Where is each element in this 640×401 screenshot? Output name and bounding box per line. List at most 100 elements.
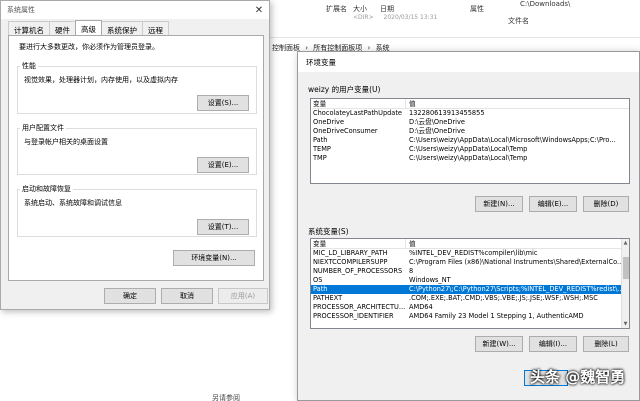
list-item[interactable]: PROCESSOR_IDENTIFIER AMD64 Family 23 Mod… bbox=[311, 312, 629, 321]
env-title-bar: 环境变量 bbox=[298, 52, 639, 72]
startup-recovery-desc: 系统启动、系统故障和调试信息 bbox=[24, 199, 122, 207]
list-item[interactable]: NIEXTCCOMPILERSUPP C:\Program Files (x86… bbox=[311, 258, 629, 267]
performance-desc: 视觉效果，处理器计划，内存使用，以及虚拟内存 bbox=[24, 76, 178, 84]
path-snippet: C:\Downloads\ bbox=[520, 0, 571, 8]
tab-strip: 计算机名 硬件 高级 系统保护 远程 bbox=[8, 20, 169, 36]
var-name: NIEXTCCOMPILERSUPP bbox=[313, 258, 388, 266]
file-list-header: 扩展名 大小 日期 属性 bbox=[270, 4, 640, 18]
var-name: PATHEXT bbox=[313, 294, 343, 302]
user-new-button[interactable]: 新建(N)... bbox=[475, 196, 523, 212]
tab-hardware[interactable]: 硬件 bbox=[49, 21, 76, 35]
performance-settings-button[interactable]: 设置(S)... bbox=[197, 95, 249, 111]
list-item-selected[interactable]: Path C:\Python27\;C:\Python27\Scripts;%I… bbox=[311, 285, 629, 294]
list-item[interactable]: OneDriveConsumer D:\云盘\OneDrive bbox=[311, 127, 629, 136]
list-item[interactable]: PATHEXT .COM;.EXE;.BAT;.CMD;.VBS;.VBE;.J… bbox=[311, 294, 629, 303]
startup-recovery-title: 启动和故障恢复 bbox=[20, 184, 73, 194]
apply-button[interactable]: 应用(A) bbox=[218, 288, 268, 304]
title-bar: 系统属性 ✕ bbox=[1, 1, 269, 19]
dialog-title: 系统属性 bbox=[7, 6, 35, 14]
tab-computer-name[interactable]: 计算机名 bbox=[8, 21, 50, 35]
var-value: 8 bbox=[409, 267, 414, 275]
var-name: PROCESSOR_ARCHITECTU... bbox=[313, 303, 406, 311]
see-also-label: 另请参阅 bbox=[212, 394, 240, 401]
var-value: Windows_NT bbox=[409, 276, 451, 284]
file-row-info: <DIR> 2020/03/15 13:31 bbox=[353, 14, 437, 21]
var-name: OneDrive bbox=[313, 118, 345, 126]
var-value: C:\Python27\;C:\Python27\Scripts;%INTEL_… bbox=[409, 285, 624, 293]
list-item[interactable]: PROCESSOR_ARCHITECTU... AMD64 bbox=[311, 303, 629, 312]
list-header: 变量 值 bbox=[311, 239, 629, 249]
col-extension[interactable]: 扩展名 bbox=[322, 4, 349, 18]
system-delete-button[interactable]: 删除(L) bbox=[583, 336, 629, 352]
env-dialog-title: 环境变量 bbox=[306, 57, 336, 67]
var-value: C:\Users\weizy\AppData\Local\Temp bbox=[409, 154, 528, 162]
var-name: TMP bbox=[313, 154, 327, 162]
cancel-button[interactable]: 取消 bbox=[161, 288, 213, 304]
user-profile-settings-button[interactable]: 设置(E)... bbox=[197, 157, 249, 173]
var-value: AMD64 Family 23 Model 1 Stepping 1, Auth… bbox=[409, 312, 584, 320]
environment-variables-button[interactable]: 环境变量(N)... bbox=[173, 250, 255, 266]
user-profile-desc: 与登录帐户相关的桌面设置 bbox=[24, 138, 108, 146]
col-variable[interactable]: 变量 bbox=[311, 239, 406, 248]
environment-variables-dialog: 环境变量 weizy 的用户变量(U) 变量 值 ChocolateyLastP… bbox=[297, 51, 640, 401]
list-item[interactable]: TEMP C:\Users\weizy\AppData\Local\Temp bbox=[311, 145, 629, 154]
scroll-thumb[interactable] bbox=[623, 257, 629, 279]
var-value: %INTEL_DEV_REDIST%compiler\lib\mic bbox=[409, 249, 538, 257]
list-header: 变量 值 bbox=[311, 99, 629, 109]
user-variables-label: weizy 的用户变量(U) bbox=[308, 85, 381, 94]
system-variables-label: 系统变量(S) bbox=[308, 227, 349, 236]
list-item[interactable]: OneDrive D:\云盘\OneDrive bbox=[311, 118, 629, 127]
list-item[interactable]: TMP C:\Users\weizy\AppData\Local\Temp bbox=[311, 154, 629, 163]
var-name: PROCESSOR_IDENTIFIER bbox=[313, 312, 394, 320]
system-variables-list[interactable]: 变量 值 MIC_LD_LIBRARY_PATH %INTEL_DEV_REDI… bbox=[310, 238, 630, 329]
var-value: C:\Users\weizy\AppData\Local\Temp bbox=[409, 145, 528, 153]
var-name: OS bbox=[313, 276, 323, 284]
performance-title: 性能 bbox=[20, 61, 38, 71]
col-attributes[interactable]: 属性 bbox=[466, 4, 506, 18]
col-value[interactable]: 值 bbox=[406, 239, 629, 248]
system-list-scrollbar[interactable]: ▲ ▼ bbox=[621, 239, 629, 328]
var-name: Path bbox=[313, 285, 328, 293]
file-name-label: 文件名 bbox=[508, 17, 529, 25]
file-size: <DIR> bbox=[353, 14, 374, 21]
system-edit-button[interactable]: 编辑(I)... bbox=[529, 336, 577, 352]
user-edit-button[interactable]: 编辑(E)... bbox=[529, 196, 577, 212]
startup-settings-button[interactable]: 设置(T)... bbox=[197, 219, 249, 235]
tab-advanced[interactable]: 高级 bbox=[75, 20, 102, 35]
list-item[interactable]: Path C:\Users\weizy\AppData\Local\Micros… bbox=[311, 136, 629, 145]
system-new-button[interactable]: 新建(W)... bbox=[475, 336, 523, 352]
user-delete-button[interactable]: 删除(D) bbox=[583, 196, 629, 212]
var-value: C:\Program Files (x86)\National Instrume… bbox=[409, 258, 624, 266]
file-date: 2020/03/15 13:31 bbox=[383, 14, 438, 21]
var-name: NUMBER_OF_PROCESSORS bbox=[313, 267, 403, 275]
list-item[interactable]: NUMBER_OF_PROCESSORS 8 bbox=[311, 267, 629, 276]
system-properties-dialog: 系统属性 ✕ 计算机名 硬件 高级 系统保护 远程 要进行大多数更改，你必须作为… bbox=[0, 0, 270, 310]
var-name: TEMP bbox=[313, 145, 331, 153]
var-value: 132280613913455855 bbox=[409, 109, 485, 117]
tab-remote[interactable]: 远程 bbox=[142, 21, 169, 35]
tab-system-protection[interactable]: 系统保护 bbox=[101, 21, 143, 35]
var-name: OneDriveConsumer bbox=[313, 127, 378, 135]
close-icon[interactable]: ✕ bbox=[249, 5, 269, 16]
var-name: ChocolateyLastPathUpdate bbox=[313, 109, 402, 117]
var-value: AMD64 bbox=[409, 303, 433, 311]
advanced-tab-panel: 要进行大多数更改，你必须作为管理员登录。 性能 视觉效果，处理器计划，内存使用，… bbox=[8, 35, 264, 281]
var-value: C:\Users\weizy\AppData\Local\Microsoft\W… bbox=[409, 136, 616, 144]
ok-button[interactable]: 确定 bbox=[104, 288, 156, 304]
user-variables-list[interactable]: 变量 值 ChocolateyLastPathUpdate 1322806139… bbox=[310, 98, 630, 184]
var-value: D:\云盘\OneDrive bbox=[409, 127, 465, 135]
list-item[interactable]: MIC_LD_LIBRARY_PATH %INTEL_DEV_REDIST%co… bbox=[311, 249, 629, 258]
list-item[interactable]: OS Windows_NT bbox=[311, 276, 629, 285]
var-value: D:\云盘\OneDrive bbox=[409, 118, 465, 126]
admin-note: 要进行大多数更改，你必须作为管理员登录。 bbox=[19, 43, 159, 51]
watermark: 头条 @魏智勇 bbox=[530, 368, 626, 386]
user-profile-title: 用户配置文件 bbox=[20, 123, 66, 133]
var-name: MIC_LD_LIBRARY_PATH bbox=[313, 249, 388, 257]
var-value: .COM;.EXE;.BAT;.CMD;.VBS;.VBE;.JS;.JSE;.… bbox=[409, 294, 598, 302]
breadcrumb-control-panel[interactable]: 控制面板 bbox=[272, 44, 300, 52]
col-variable[interactable]: 变量 bbox=[311, 99, 406, 108]
scroll-up-icon[interactable]: ▲ bbox=[622, 239, 629, 247]
col-value[interactable]: 值 bbox=[406, 99, 629, 108]
list-item[interactable]: ChocolateyLastPathUpdate 132280613913455… bbox=[311, 109, 629, 118]
scroll-down-icon[interactable]: ▼ bbox=[622, 320, 629, 328]
